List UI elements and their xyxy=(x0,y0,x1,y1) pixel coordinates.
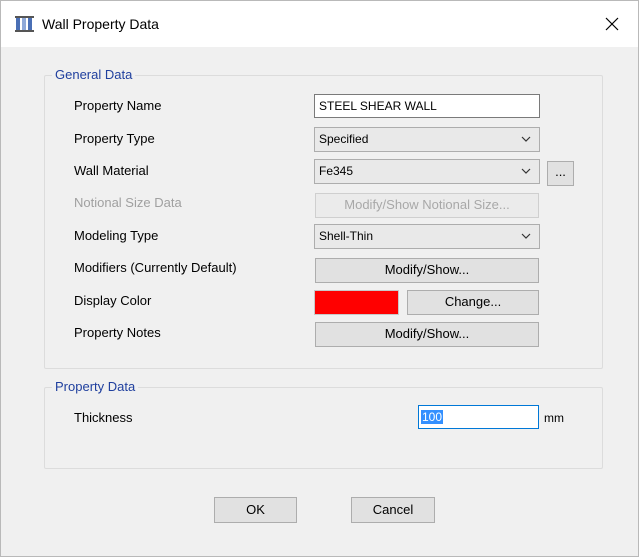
property-type-select[interactable]: Specified xyxy=(314,127,540,152)
ok-button[interactable]: OK xyxy=(214,497,297,523)
property-type-value: Specified xyxy=(319,132,369,146)
title-bar: Wall Property Data xyxy=(1,1,638,47)
dialog-window: Wall Property Data General Data Property… xyxy=(0,0,639,557)
wall-material-select[interactable]: Fe345 xyxy=(314,159,540,184)
wall-material-label: Wall Material xyxy=(74,163,149,178)
window-title: Wall Property Data xyxy=(42,16,159,32)
property-data-legend: Property Data xyxy=(52,379,139,395)
property-name-label: Property Name xyxy=(74,98,162,113)
modeling-type-select[interactable]: Shell-Thin xyxy=(314,224,540,249)
wall-material-value: Fe345 xyxy=(319,164,354,178)
modeling-type-label: Modeling Type xyxy=(74,228,159,243)
change-color-button[interactable]: Change... xyxy=(407,290,539,315)
modeling-type-value: Shell-Thin xyxy=(319,229,374,243)
general-data-legend: General Data xyxy=(52,67,136,83)
modifiers-button[interactable]: Modify/Show... xyxy=(315,258,539,283)
thickness-unit: mm xyxy=(544,411,564,425)
chevron-down-icon xyxy=(521,233,531,239)
wall-material-browse-button[interactable]: ... xyxy=(547,161,574,186)
cancel-button[interactable]: Cancel xyxy=(351,497,435,523)
chevron-down-icon xyxy=(521,168,531,174)
thickness-input[interactable]: 100 xyxy=(418,405,539,429)
wall-app-icon xyxy=(15,16,34,32)
display-color-label: Display Color xyxy=(74,293,152,308)
thickness-value: 100 xyxy=(421,410,444,424)
property-type-label: Property Type xyxy=(74,131,155,146)
property-notes-button[interactable]: Modify/Show... xyxy=(315,322,539,347)
close-button[interactable] xyxy=(595,9,629,39)
property-name-input[interactable]: STEEL SHEAR WALL xyxy=(314,94,540,118)
display-color-swatch[interactable] xyxy=(314,290,399,315)
close-icon xyxy=(605,17,619,31)
chevron-down-icon xyxy=(521,136,531,142)
notional-size-button[interactable]: Modify/Show Notional Size... xyxy=(315,193,539,218)
notional-size-label: Notional Size Data xyxy=(74,195,182,210)
property-notes-label: Property Notes xyxy=(74,325,161,340)
modifiers-label: Modifiers (Currently Default) xyxy=(74,260,237,275)
thickness-label: Thickness xyxy=(74,410,133,425)
